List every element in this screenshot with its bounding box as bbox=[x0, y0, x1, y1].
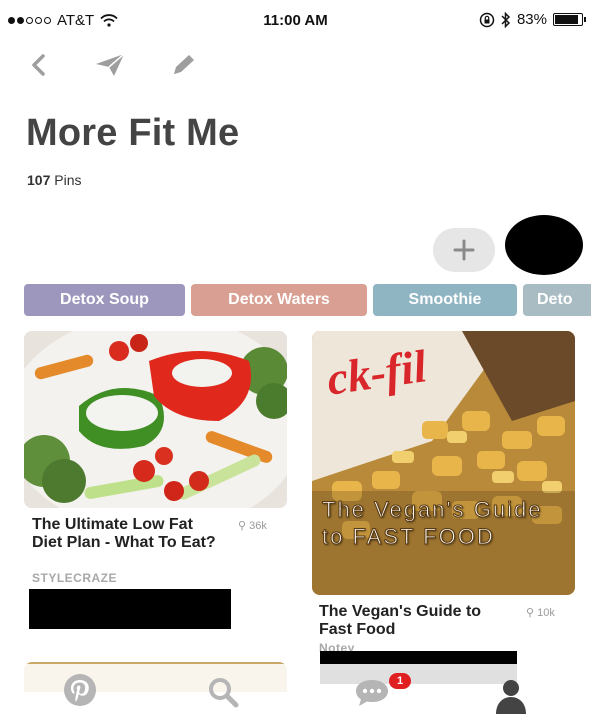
nav-profile[interactable] bbox=[495, 678, 527, 719]
bottom-navigation bbox=[0, 664, 591, 719]
pin-count-label: Pins bbox=[54, 172, 82, 188]
board-title: More Fit Me bbox=[26, 112, 240, 154]
pin-count: 107 Pins bbox=[27, 172, 81, 188]
pin-title[interactable]: The Vegan's Guide to Fast Food bbox=[319, 603, 514, 639]
pin-image[interactable] bbox=[24, 331, 287, 508]
nav-messages[interactable] bbox=[354, 678, 390, 713]
status-right: 83% bbox=[479, 11, 586, 28]
nav-home[interactable] bbox=[62, 672, 98, 713]
messages-badge: 1 bbox=[389, 673, 411, 689]
add-section-button[interactable] bbox=[433, 228, 495, 272]
plus-icon bbox=[453, 239, 475, 261]
status-bar: AT&T 11:00 AM 83% bbox=[0, 0, 591, 40]
pin-image[interactable]: ck-fil The Vegan's Guide to FAST FOOD bbox=[312, 331, 575, 595]
redacted-block bbox=[29, 589, 231, 629]
chat-bubble-icon bbox=[356, 680, 388, 706]
section-chip[interactable]: Smoothie bbox=[373, 284, 517, 316]
battery-icon bbox=[553, 13, 586, 26]
battery-percent: 83% bbox=[516, 11, 547, 28]
person-icon bbox=[496, 680, 526, 714]
pinterest-logo-icon bbox=[64, 674, 96, 706]
section-chip[interactable]: Deto bbox=[523, 284, 591, 316]
rotation-lock-icon bbox=[479, 12, 495, 27]
back-chevron-icon[interactable] bbox=[28, 53, 50, 77]
search-icon bbox=[209, 678, 239, 708]
veggie-platter-image bbox=[24, 331, 287, 508]
section-chip[interactable]: Detox Waters bbox=[191, 284, 367, 316]
pin-save-count-value: 36k bbox=[249, 520, 267, 532]
pin-title[interactable]: The Ultimate Low Fat Diet Plan - What To… bbox=[32, 516, 227, 552]
board-toolbar bbox=[28, 52, 198, 78]
bluetooth-icon bbox=[501, 11, 511, 28]
pencil-icon[interactable] bbox=[170, 52, 198, 78]
pin-count-number: 107 bbox=[27, 172, 51, 188]
pin-icon: ⚲ bbox=[238, 520, 247, 532]
fast-food-image: ck-fil bbox=[312, 331, 575, 595]
image-overlay-text: The Vegan's Guide to FAST FOOD bbox=[322, 497, 543, 550]
pin-icon: ⚲ bbox=[526, 607, 535, 619]
avatar[interactable] bbox=[505, 215, 583, 275]
pin-save-count-value: 10k bbox=[537, 607, 555, 619]
section-chips: Detox Soup Detox Waters Smoothie Deto bbox=[24, 284, 591, 316]
paper-plane-icon[interactable] bbox=[94, 52, 126, 78]
pin-source[interactable]: STYLECRAZE bbox=[32, 571, 117, 585]
pin-save-count: ⚲ 36k bbox=[238, 519, 267, 532]
pin-save-count: ⚲ 10k bbox=[526, 606, 555, 619]
section-chip[interactable]: Detox Soup bbox=[24, 284, 185, 316]
nav-search[interactable] bbox=[207, 676, 239, 713]
